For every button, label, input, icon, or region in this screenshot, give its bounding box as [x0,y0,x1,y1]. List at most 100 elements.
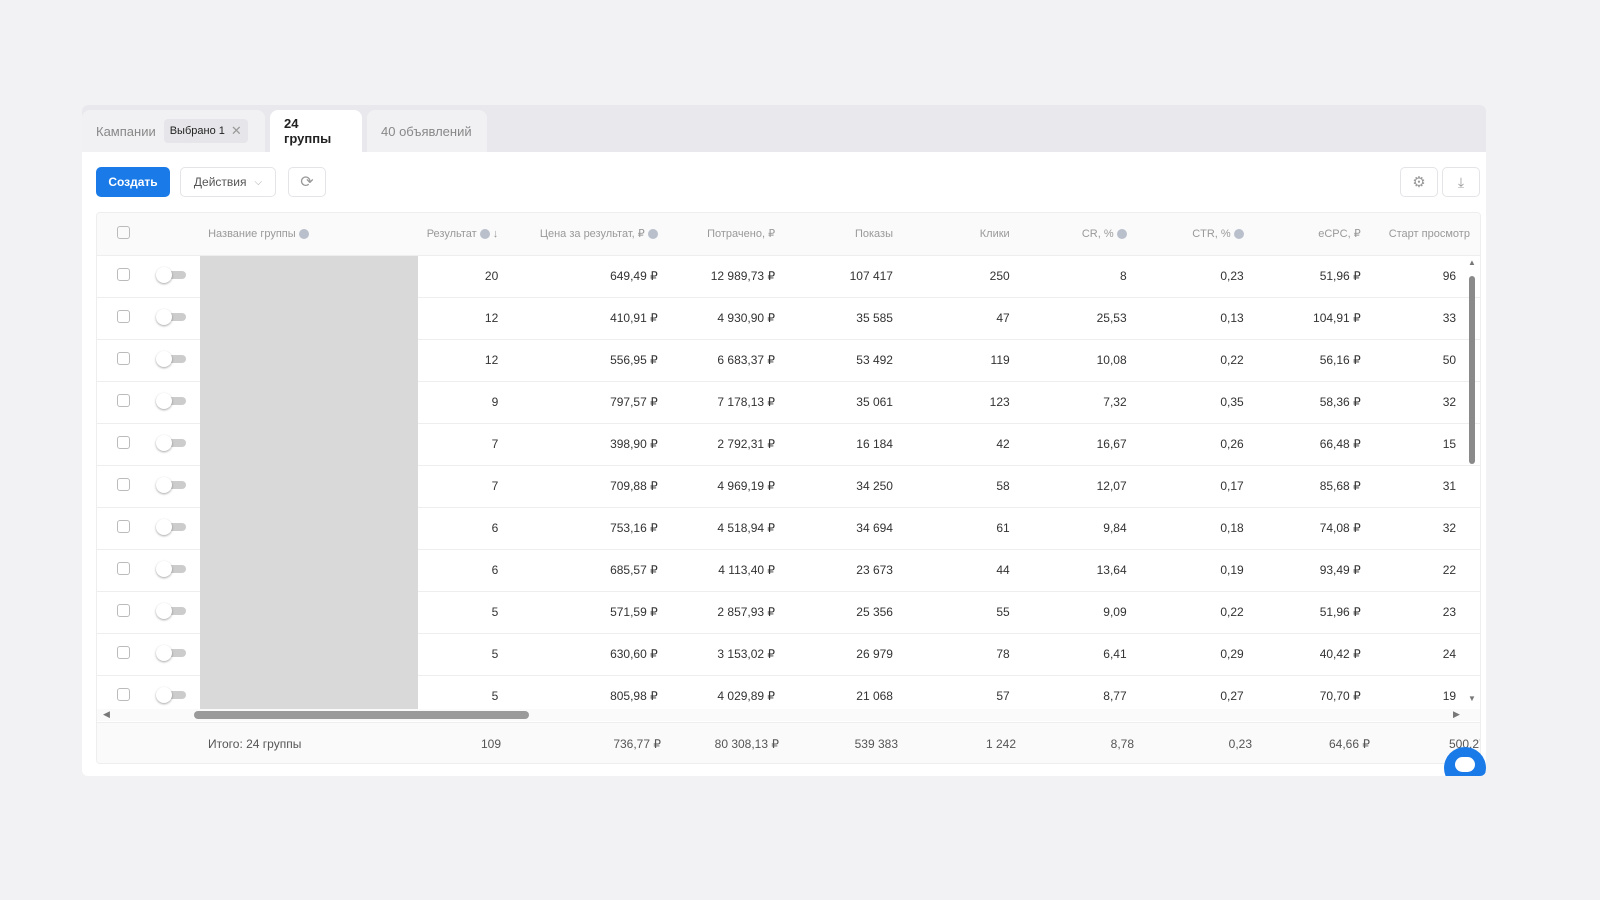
row-checkbox[interactable] [97,297,151,340]
status-toggle[interactable] [150,633,201,676]
column-header-ecpc[interactable]: eCPC, ₽ [1253,213,1371,256]
sort-desc-icon[interactable]: ↓ [490,228,499,240]
tab-campaigns[interactable]: Кампании Выбрано 1 ✕ [82,110,265,152]
cell-impressions: 53 492 [785,339,903,382]
scroll-down-icon: ▼ [1468,694,1476,703]
cell-ecpc: 40,42 ₽ [1253,633,1371,676]
help-icon[interactable] [1233,228,1244,239]
refresh-button[interactable]: ⟳ [288,167,326,197]
tab-ads-label: 40 объявлений [381,123,472,139]
group-name-redacted [200,255,419,297]
status-toggle[interactable] [150,549,201,592]
tab-groups[interactable]: 24 группы [270,110,362,152]
row-checkbox[interactable] [97,465,151,508]
tab-ads[interactable]: 40 объявлений [367,110,487,152]
cell-cost-per-result: 571,59 ₽ [508,591,668,634]
table-row[interactable]: 12 410,91 ₽4 930,90 ₽35 585 47 25,53 0,13 104… [97,297,1480,340]
cell-cost-per-result: 649,49 ₽ [508,255,668,298]
status-toggle[interactable] [150,255,201,298]
cell-ctr: 0,26 [1136,423,1254,466]
cell-clicks: 123 [902,381,1020,424]
row-checkbox[interactable] [97,591,151,634]
cell-spent: 12 989,73 ₽ [667,255,786,298]
vertical-scrollbar[interactable]: ▲ ▼ [1467,258,1477,703]
cell-impressions: 35 585 [785,297,903,340]
row-checkbox[interactable] [97,381,151,424]
status-toggle[interactable] [150,507,201,550]
cell-impressions: 16 184 [785,423,903,466]
settings-button[interactable]: ⚙ [1400,167,1438,197]
create-button[interactable]: Создать [96,167,170,197]
column-header-cost-per-result[interactable]: Цена за результат, ₽ [508,213,668,256]
cell-spent: 7 178,13 ₽ [667,381,786,424]
cell-ecpc: 74,08 ₽ [1253,507,1371,550]
column-header-label: Клики [979,227,1010,240]
cell-spent: 2 857,93 ₽ [667,591,786,634]
row-checkbox[interactable] [97,423,151,466]
horizontal-scrollbar[interactable]: ◀ ▶ [97,709,1480,721]
row-checkbox[interactable] [97,255,151,298]
row-checkbox[interactable] [97,633,151,676]
select-all-checkbox[interactable] [97,213,151,256]
help-icon[interactable] [1116,228,1127,239]
help-icon[interactable] [479,228,490,239]
table-row[interactable]: 6 685,57 ₽4 113,40 ₽23 673 44 13,64 0,19 93,4… [97,549,1480,592]
cell-result: 7 [418,423,509,466]
table-row[interactable]: 9 797,57 ₽7 178,13 ₽35 061 123 7,32 0,35 58,3… [97,381,1480,424]
cell-cr: 9,09 [1019,591,1137,634]
status-toggle[interactable] [150,423,201,466]
actions-label: Действия [193,175,247,189]
cell-view-start: 50 [1370,339,1480,382]
status-toggle[interactable] [150,465,201,508]
column-header-spent[interactable]: Потрачено, ₽ [667,213,786,256]
groups-table: Название группы Результат ↓ Цена за резуль… [96,212,1481,764]
cell-impressions: 26 979 [785,633,903,676]
cell-ecpc: 104,91 ₽ [1253,297,1371,340]
cell-spent: 3 153,02 ₽ [667,633,786,676]
status-toggle[interactable] [150,339,201,382]
row-checkbox[interactable] [97,507,151,550]
chevron-down-icon: ⌵ [254,176,263,188]
table-row[interactable]: 7 709,88 ₽4 969,19 ₽34 250 58 12,07 0,17 85,6… [97,465,1480,508]
cell-ctr: 0,18 [1136,507,1254,550]
column-header-cr[interactable]: CR, % [1019,213,1137,256]
column-header-ctr[interactable]: CTR, % [1136,213,1254,256]
table-row[interactable]: 6 753,16 ₽4 518,94 ₽34 694 61 9,84 0,18 74,08… [97,507,1480,550]
cell-cr: 12,07 [1019,465,1137,508]
status-toggle[interactable] [150,297,201,340]
table-row[interactable]: 20 649,49 ₽12 989,73 ₽107 417 250 8 0,23 51,9… [97,255,1480,298]
table-row[interactable]: 12 556,95 ₽6 683,37 ₽53 492 119 10,08 0,22 56… [97,339,1480,382]
cell-view-start: 15 [1370,423,1480,466]
status-toggle[interactable] [150,591,201,634]
table-row[interactable]: 5 630,60 ₽3 153,02 ₽26 979 78 6,41 0,29 40,42… [97,633,1480,676]
cell-clicks: 44 [902,549,1020,592]
column-header-impressions[interactable]: Показы [785,213,903,256]
download-button[interactable]: ⤓ [1442,167,1480,197]
row-checkbox[interactable] [97,339,151,382]
group-name-redacted [200,297,419,339]
table-row[interactable]: 5 571,59 ₽2 857,93 ₽25 356 55 9,09 0,22 51,96… [97,591,1480,634]
column-header-result[interactable]: Результат ↓ [418,213,509,256]
status-toggle[interactable] [150,381,201,424]
column-header-name[interactable]: Название группы [200,213,419,256]
cell-ctr: 0,35 [1136,381,1254,424]
cell-view-start: 22 [1370,549,1480,592]
column-header-view-start[interactable]: Старт просмотр [1370,213,1480,256]
help-icon[interactable] [298,228,309,239]
toolbar: Создать Действия ⌵ ⟳ ⚙ ⤓ [96,167,1480,197]
close-icon[interactable]: ✕ [231,123,242,139]
total-clicks: 1 242 [985,737,1016,751]
tab-campaigns-label: Кампании [96,123,156,139]
cell-view-start: 31 [1370,465,1480,508]
cell-impressions: 23 673 [785,549,903,592]
cell-clicks: 78 [902,633,1020,676]
column-header-clicks[interactable]: Клики [902,213,1020,256]
help-icon[interactable] [647,229,658,240]
cell-result: 5 [418,633,509,676]
row-checkbox[interactable] [97,549,151,592]
total-cost-per-result: 736,77 ₽ [613,737,661,751]
cell-clicks: 250 [902,255,1020,298]
actions-dropdown[interactable]: Действия ⌵ [180,167,276,197]
tab-bar: Кампании Выбрано 1 ✕ 24 группы 40 объявле… [82,105,1486,152]
table-row[interactable]: 7 398,90 ₽2 792,31 ₽16 184 42 16,67 0,26 66,4… [97,423,1480,466]
